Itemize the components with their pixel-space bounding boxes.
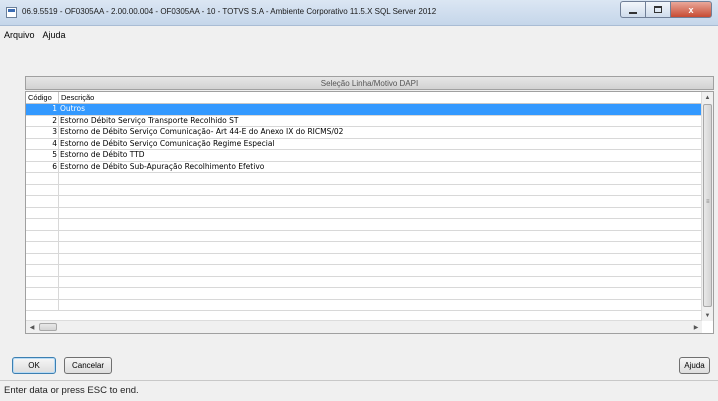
- menu-bar: Arquivo Ajuda: [0, 27, 718, 43]
- maximize-icon: [654, 6, 662, 13]
- app-window-icon[interactable]: [6, 7, 17, 18]
- table-row[interactable]: 2 Estorno Débito Serviço Transporte Reco…: [26, 115, 702, 127]
- row-description: Estorno de Débito Serviço Comunicação Re…: [60, 138, 275, 148]
- row-code: 6: [26, 161, 59, 172]
- menu-ajuda[interactable]: Ajuda: [43, 30, 66, 40]
- selection-grid[interactable]: Código Descrição 1 Outros 2 Estorno Débi…: [25, 91, 714, 334]
- empty-row: [26, 230, 702, 242]
- grid-rows: 1 Outros 2 Estorno Débito Serviço Transp…: [26, 104, 702, 311]
- button-bar: OK Cancelar Ajuda: [0, 352, 718, 378]
- column-header-description[interactable]: Descrição: [59, 92, 702, 103]
- row-code: 5: [26, 150, 59, 161]
- panel-title: Seleção Linha/Motivo DAPI: [25, 76, 714, 90]
- row-code: 2: [26, 115, 59, 126]
- grid-header: Código Descrição: [26, 92, 702, 104]
- title-bar: 06.9.5519 - OF0305AA - 2.00.00.004 - OF0…: [0, 0, 718, 26]
- row-code: 4: [26, 138, 59, 149]
- empty-row: [26, 265, 702, 277]
- vertical-scrollbar[interactable]: ▲ ≡ ▼: [701, 92, 713, 321]
- empty-row: [26, 242, 702, 254]
- scroll-down-icon[interactable]: ▼: [702, 310, 713, 321]
- empty-row: [26, 184, 702, 196]
- empty-row: [26, 288, 702, 300]
- table-row[interactable]: 1 Outros: [26, 104, 702, 116]
- row-code: 3: [26, 127, 59, 138]
- empty-row: [26, 299, 702, 311]
- empty-row: [26, 253, 702, 265]
- column-header-code[interactable]: Código: [26, 92, 59, 103]
- window-controls: x: [620, 1, 712, 18]
- close-button[interactable]: x: [670, 1, 712, 18]
- row-description: Estorno de Débito Serviço Comunicação- A…: [60, 127, 344, 136]
- window-title: 06.9.5519 - OF0305AA - 2.00.00.004 - OF0…: [22, 7, 437, 16]
- scroll-right-icon[interactable]: ▶: [690, 321, 702, 333]
- scroll-left-icon[interactable]: ◀: [26, 321, 38, 333]
- row-description: Estorno de Débito TTD: [60, 150, 145, 159]
- ok-button[interactable]: OK: [12, 357, 56, 374]
- table-row[interactable]: 3 Estorno de Débito Serviço Comunicação-…: [26, 127, 702, 139]
- grip-icon: ≡: [706, 199, 710, 205]
- status-bar: Enter data or press ESC to end.: [0, 380, 718, 401]
- scroll-up-icon[interactable]: ▲: [702, 92, 713, 103]
- vertical-scroll-thumb[interactable]: ≡: [703, 104, 712, 307]
- table-row[interactable]: 5 Estorno de Débito TTD: [26, 150, 702, 162]
- empty-row: [26, 276, 702, 288]
- minimize-icon: [629, 11, 637, 14]
- menu-arquivo[interactable]: Arquivo: [4, 30, 35, 40]
- table-row[interactable]: 4 Estorno de Débito Serviço Comunicação …: [26, 138, 702, 150]
- maximize-button[interactable]: [645, 1, 670, 18]
- empty-row: [26, 219, 702, 231]
- help-button[interactable]: Ajuda: [679, 357, 710, 374]
- empty-row: [26, 173, 702, 185]
- empty-row: [26, 196, 702, 208]
- table-row[interactable]: 6 Estorno de Débito Sub-Apuração Recolhi…: [26, 161, 702, 173]
- close-icon: x: [688, 4, 694, 15]
- minimize-button[interactable]: [620, 1, 645, 18]
- row-description: Estorno de Débito Sub-Apuração Recolhime…: [60, 161, 265, 171]
- horizontal-scrollbar[interactable]: ◀ ▶: [26, 320, 702, 333]
- horizontal-scroll-thumb[interactable]: [39, 323, 57, 331]
- empty-row: [26, 207, 702, 219]
- row-description: Outros: [60, 104, 86, 113]
- row-code: 1: [26, 104, 59, 115]
- row-description: Estorno Débito Serviço Transporte Recolh…: [60, 115, 239, 125]
- cancel-button[interactable]: Cancelar: [64, 357, 112, 374]
